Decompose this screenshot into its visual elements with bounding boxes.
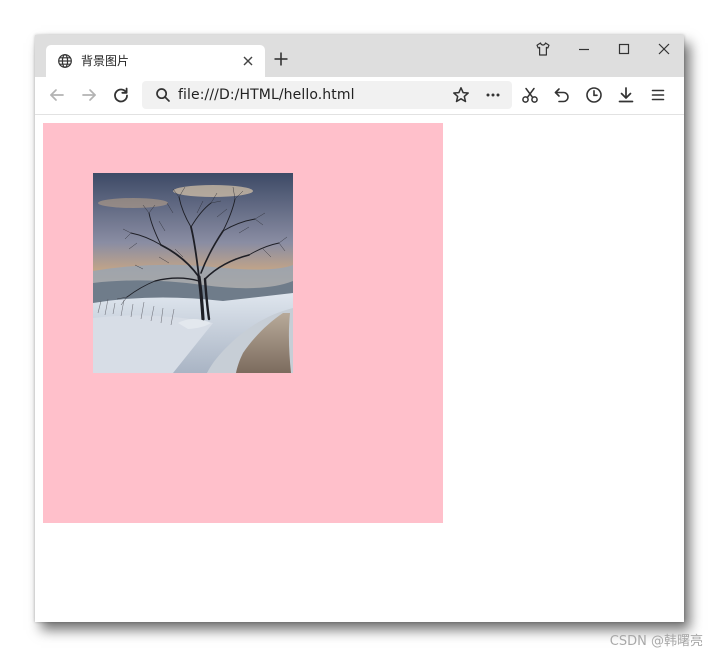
- maximize-icon[interactable]: [616, 41, 632, 57]
- navigation-toolbar: file:///D:/HTML/hello.html: [35, 77, 684, 115]
- download-icon[interactable]: [617, 86, 635, 104]
- title-bar: 背景图片: [35, 35, 684, 77]
- background-image: [93, 173, 293, 373]
- url-text[interactable]: file:///D:/HTML/hello.html: [178, 87, 355, 103]
- history-clock-icon[interactable]: [585, 86, 603, 104]
- close-tab-icon[interactable]: [241, 54, 255, 68]
- csdn-watermark: CSDN @韩曙亮: [609, 634, 703, 649]
- page-viewport: [35, 115, 684, 622]
- reload-icon[interactable]: [112, 86, 130, 104]
- pink-background-box: [43, 123, 443, 523]
- forward-arrow-icon[interactable]: [80, 86, 98, 104]
- skin-shirt-icon[interactable]: [535, 41, 551, 57]
- scissors-icon[interactable]: [521, 86, 539, 104]
- new-tab-icon[interactable]: [273, 51, 289, 67]
- more-options-icon[interactable]: [484, 86, 502, 104]
- menu-hamburger-icon[interactable]: [649, 86, 667, 104]
- back-arrow-icon[interactable]: [48, 86, 66, 104]
- bookmark-star-icon[interactable]: [452, 86, 470, 104]
- close-window-icon[interactable]: [656, 41, 672, 57]
- browser-window: 背景图片 file:///D:/HTML/hello.html: [35, 35, 684, 622]
- globe-icon: [57, 53, 73, 69]
- browser-tab[interactable]: 背景图片: [46, 45, 265, 77]
- search-icon: [155, 87, 171, 103]
- address-bar[interactable]: file:///D:/HTML/hello.html: [142, 81, 512, 109]
- tab-title: 背景图片: [81, 54, 130, 68]
- winter-tree-landscape-icon: [93, 173, 293, 373]
- minimize-icon[interactable]: [576, 41, 592, 57]
- undo-icon[interactable]: [553, 86, 571, 104]
